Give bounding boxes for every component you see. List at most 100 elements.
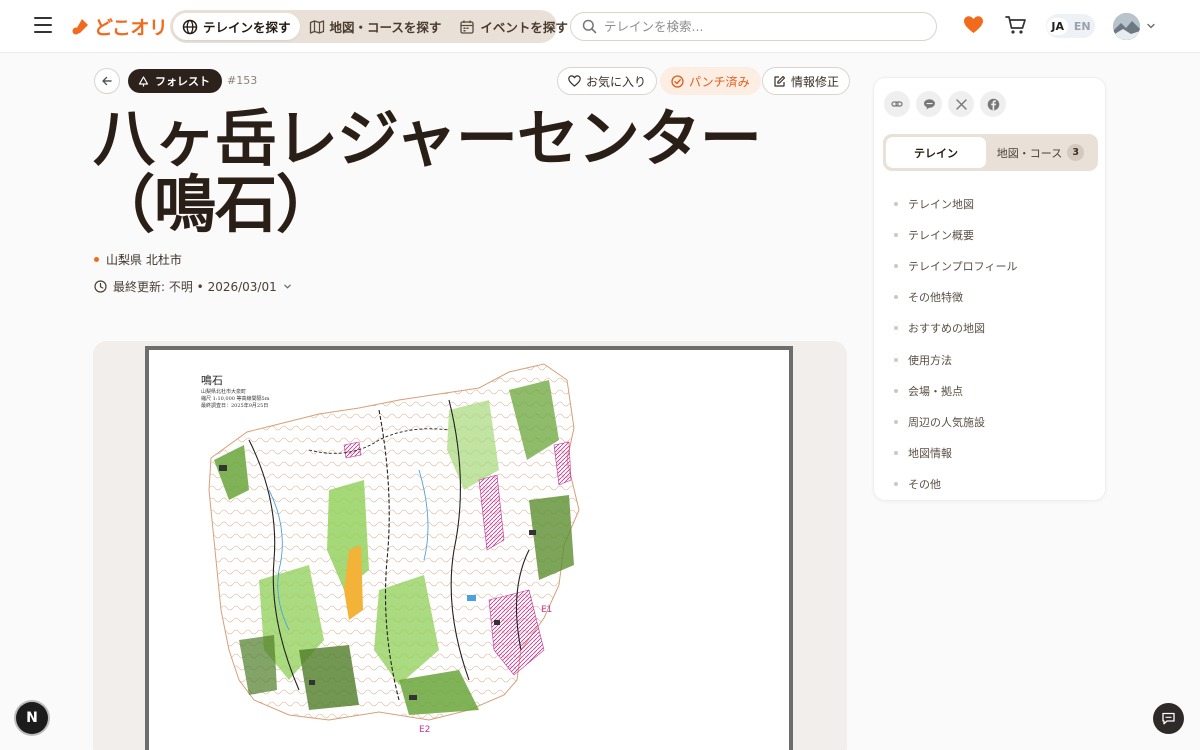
toc-item-label: 使用方法 [908, 353, 952, 367]
table-of-contents: テレイン地図 テレイン概要 テレインプロフィール その他特徴 おすすめの地図 使… [894, 188, 1017, 500]
toc-item[interactable]: テレイン地図 [894, 188, 1017, 219]
toc-item[interactable]: その他特徴 [894, 282, 1017, 313]
toc-item[interactable]: その他 [894, 469, 1017, 500]
toc-item[interactable]: 周辺の人気施設 [894, 406, 1017, 437]
nav-events[interactable]: イベントを探す [450, 13, 577, 40]
logo[interactable]: どこオリ [71, 13, 168, 39]
bullet-icon [894, 451, 898, 456]
cart-icon[interactable] [1005, 15, 1027, 35]
toc-item[interactable]: 使用方法 [894, 344, 1017, 375]
updated-text: 最終更新: 不明 • 2026/03/01 [113, 280, 277, 294]
nav-terrain[interactable]: テレインを探す [173, 13, 300, 40]
terrain-id: #153 [227, 74, 258, 87]
toc-item[interactable]: 地図情報 [894, 438, 1017, 469]
sidebar-tabs: テレイン 地図・コース 3 [883, 134, 1098, 171]
toc-item-label: 周辺の人気施設 [908, 415, 985, 429]
toc-item-label: おすすめの地図 [908, 322, 985, 336]
location-text: 山梨県 北杜市 [106, 253, 182, 267]
line-icon [923, 99, 935, 110]
chevron-down-icon[interactable] [1146, 21, 1156, 31]
toc-item[interactable]: 会場・拠点 [894, 375, 1017, 406]
location-dot-icon [94, 257, 99, 262]
tab-maps-courses-label: 地図・コース [996, 146, 1063, 160]
nav-maps-label: 地図・コースを探す [329, 20, 442, 35]
logo-mark-icon [72, 19, 88, 35]
toc-item-label: テレイン概要 [908, 228, 974, 242]
share-facebook-button[interactable] [980, 91, 1006, 117]
share-x-button[interactable] [948, 91, 974, 117]
clock-icon [94, 280, 107, 293]
toc-item[interactable]: テレインプロフィール [894, 250, 1017, 281]
bullet-icon [894, 232, 898, 237]
toc-item-label: 地図情報 [908, 447, 952, 461]
terrain-map-card[interactable]: 鳴石 山梨県北杜市大泉町 縮尺 1:10,000 等高線間隔5m 最終調査日：2… [93, 341, 847, 750]
toc-item[interactable]: おすすめの地図 [894, 313, 1017, 344]
next-devtools-button[interactable]: N [16, 702, 48, 734]
lang-ja[interactable]: JA [1047, 17, 1069, 35]
calendar-icon [460, 20, 475, 34]
sidebar-card: テレイン 地図・コース 3 テレイン地図 テレイン概要 テレインプロフィール そ… [873, 77, 1106, 501]
location: 山梨県 北杜市 [94, 251, 182, 268]
page-title: 八ヶ岳レジャーセンター（鳴石） [93, 102, 762, 241]
share-line-button[interactable] [916, 91, 942, 117]
bullet-icon [894, 419, 898, 424]
heart-outline-icon [568, 75, 581, 87]
toc-item-label: テレインプロフィール [908, 259, 1018, 273]
heart-icon[interactable] [963, 15, 984, 35]
avatar-image [1113, 13, 1140, 40]
bullet-icon [894, 357, 898, 362]
map-marker-e1: E1 [541, 605, 552, 615]
arrow-left-icon [102, 76, 112, 86]
menu-icon[interactable] [34, 17, 52, 33]
orienteering-map-drawing: E1 E2 [208, 363, 580, 735]
bullet-icon [894, 201, 898, 206]
toc-item-label: 会場・拠点 [908, 384, 963, 398]
tab-maps-courses[interactable]: 地図・コース 3 [986, 137, 1095, 168]
x-icon [955, 98, 967, 110]
copy-link-button[interactable] [884, 91, 910, 117]
language-toggle[interactable]: JA EN [1046, 14, 1095, 38]
check-circle-icon [671, 74, 684, 88]
favorite-label: お気に入り [586, 74, 647, 89]
facebook-icon [987, 98, 999, 110]
edit-icon [774, 75, 786, 87]
link-icon [891, 101, 903, 107]
share-buttons [884, 91, 1012, 117]
chat-button[interactable] [1153, 703, 1184, 734]
count-badge: 3 [1067, 144, 1085, 161]
chevron-down-icon [283, 284, 291, 289]
category-label: フォレスト [155, 75, 210, 88]
favorite-button[interactable]: お気に入り [557, 67, 658, 95]
bullet-icon [894, 482, 898, 487]
main-nav: テレインを探す 地図・コースを探す イベントを探す [170, 10, 568, 43]
category-badge[interactable]: フォレスト [128, 69, 222, 93]
punched-label: パンチ済み [689, 74, 750, 89]
lang-en[interactable]: EN [1071, 18, 1094, 35]
bullet-icon [894, 326, 898, 331]
punched-button[interactable]: パンチ済み [660, 67, 761, 95]
tree-icon [138, 75, 149, 86]
bullet-icon [894, 388, 898, 393]
logo-text: どこオリ [94, 16, 168, 39]
toc-item-label: テレイン地図 [908, 197, 974, 211]
edit-info-button[interactable]: 情報修正 [762, 67, 851, 95]
updated-info[interactable]: 最終更新: 不明 • 2026/03/01 [94, 278, 298, 295]
tab-terrain[interactable]: テレイン [886, 137, 986, 168]
bullet-icon [894, 295, 898, 300]
map-icon [309, 19, 324, 34]
back-button[interactable] [94, 68, 120, 94]
search-input[interactable] [604, 19, 914, 34]
bullet-icon [894, 263, 898, 268]
nav-terrain-label: テレインを探す [203, 20, 291, 35]
terrain-map-image[interactable]: 鳴石 山梨県北杜市大泉町 縮尺 1:10,000 等高線間隔5m 最終調査日：2… [145, 346, 793, 750]
toc-item[interactable]: テレイン概要 [894, 219, 1017, 250]
nav-events-label: イベントを探す [480, 20, 568, 35]
nav-maps[interactable]: 地図・コースを探す [300, 13, 451, 40]
search-icon [582, 19, 597, 34]
avatar[interactable] [1113, 13, 1140, 40]
globe-icon [182, 19, 198, 34]
edit-info-label: 情報修正 [791, 74, 840, 89]
search-box[interactable] [570, 12, 937, 41]
toc-item-label: その他特徴 [908, 291, 963, 305]
top-header: どこオリ テレインを探す 地図・コースを探す イベントを探す テレインを検索..… [0, 0, 1200, 53]
